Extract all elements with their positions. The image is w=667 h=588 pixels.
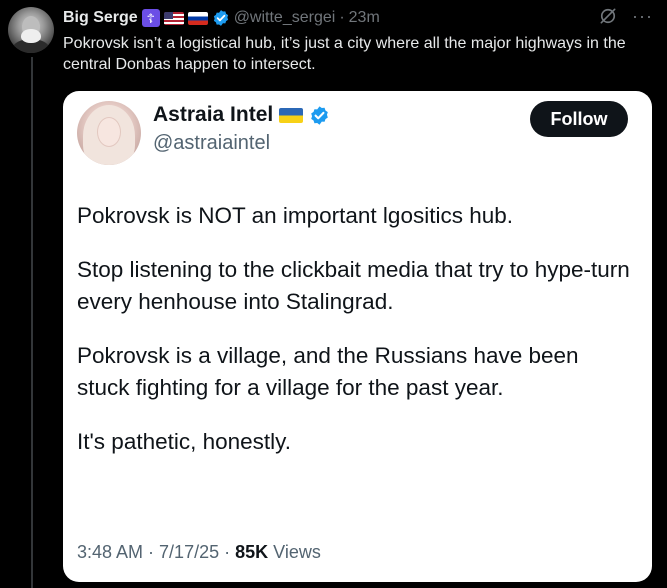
- separator-dot: ·: [148, 542, 155, 562]
- follow-button[interactable]: Follow: [530, 101, 628, 137]
- quoted-post-text: Pokrovsk is NOT an important lgositics h…: [77, 200, 637, 480]
- quoted-post-date[interactable]: 7/17/25: [159, 542, 219, 563]
- ukraine-flag-icon: [279, 107, 304, 123]
- views-count[interactable]: 85K: [235, 542, 268, 563]
- avatar[interactable]: [8, 7, 54, 53]
- orthodox-cross-flag-icon: ☦: [141, 9, 160, 27]
- post-actions: ···: [598, 6, 653, 26]
- quoted-post-time[interactable]: 3:48 AM: [77, 542, 143, 563]
- more-options-icon[interactable]: ···: [632, 7, 653, 25]
- verified-badge-icon: [311, 105, 329, 125]
- views-label: Views: [273, 542, 321, 562]
- quoted-author-name[interactable]: Astraia Intel: [153, 103, 273, 127]
- thread-line: [31, 57, 33, 588]
- quoted-post-meta: 3:48 AM · 7/17/25 · 85K Views: [77, 542, 321, 563]
- us-flag-icon: [163, 11, 184, 25]
- post-header: Big Serge ☦ @witte_sergei · 23m: [63, 7, 380, 29]
- quoted-paragraph: Pokrovsk is NOT an important lgositics h…: [77, 203, 514, 228]
- separator-dot: ·: [224, 542, 231, 562]
- post-text: Pokrovsk isn’t a logistical hub, it’s ju…: [63, 35, 626, 73]
- author-handle[interactable]: @witte_sergei: [234, 9, 336, 27]
- grok-icon[interactable]: [598, 6, 618, 26]
- quoted-paragraph: It's pathetic, honestly.: [77, 429, 291, 454]
- quoted-avatar[interactable]: [77, 101, 141, 165]
- quoted-post-header: Astraia Intel: [153, 103, 330, 127]
- quoted-paragraph: Stop listening to the clickbait media th…: [77, 257, 630, 314]
- author-name[interactable]: Big Serge: [63, 9, 138, 27]
- separator-dot: ·: [339, 9, 345, 26]
- quoted-author-handle[interactable]: @astraiaintel: [153, 132, 270, 155]
- quoted-paragraph: Pokrovsk is a village, and the Russians …: [77, 343, 579, 400]
- russia-flag-icon: [187, 11, 208, 25]
- quoted-post-card[interactable]: Astraia Intel @astraiaintel Follow Pokro…: [63, 91, 652, 582]
- verified-badge-icon: [213, 10, 228, 26]
- post-time[interactable]: 23m: [349, 9, 380, 27]
